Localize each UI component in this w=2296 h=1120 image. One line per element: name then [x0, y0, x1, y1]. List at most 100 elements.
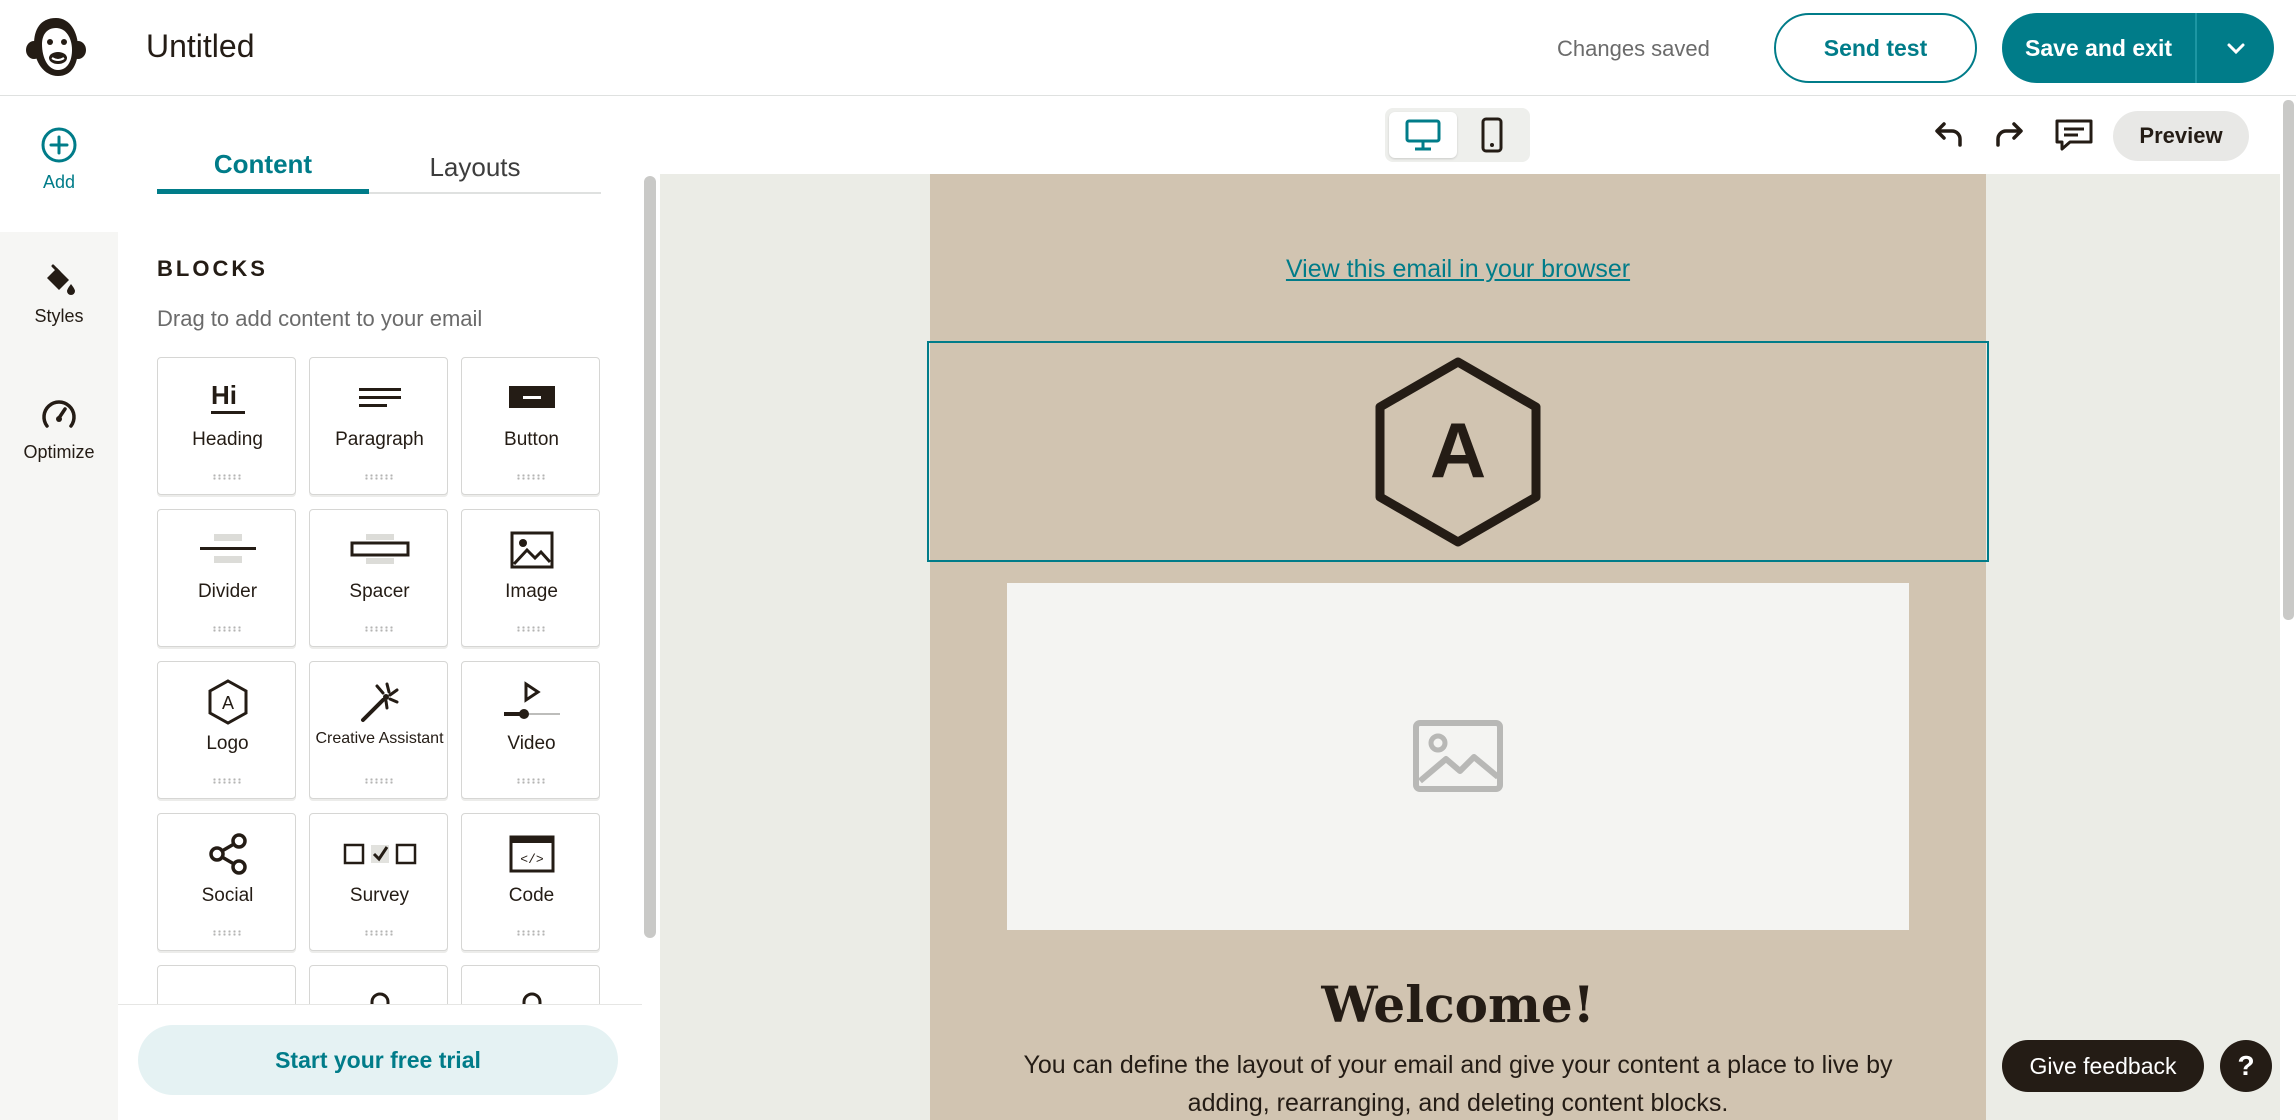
comment-icon [2055, 119, 2093, 150]
comments-button[interactable] [2052, 114, 2096, 158]
tab-content[interactable]: Content [157, 140, 369, 194]
drag-handle-icon [212, 474, 242, 480]
redo-button[interactable] [1988, 114, 2032, 158]
drag-handle-icon [516, 930, 546, 936]
start-free-trial-button[interactable]: Start your free trial [138, 1025, 618, 1095]
block-label: Spacer [349, 581, 410, 602]
undo-icon [1935, 121, 1962, 147]
svg-text:</>: </> [520, 852, 544, 867]
share-icon [208, 833, 247, 875]
drag-handle-icon [364, 778, 394, 784]
block-partial-2[interactable] [309, 965, 448, 1005]
rail-item-styles[interactable]: Styles [0, 262, 118, 327]
block-survey[interactable]: Survey [309, 813, 448, 951]
block-label: Paragraph [335, 429, 424, 450]
checkbox-icon [343, 843, 416, 865]
block-logo[interactable]: A Logo [157, 661, 296, 799]
paint-bucket-icon [47, 264, 75, 295]
save-exit-button-group: Save and exit [2002, 13, 2274, 83]
drag-handle-icon [212, 778, 242, 784]
canvas-scrollbar[interactable] [2283, 100, 2294, 620]
svg-text:Hi: Hi [211, 380, 237, 410]
drag-handle-icon [212, 626, 242, 632]
email-heading[interactable]: Welcome! [930, 975, 1986, 1034]
video-icon [503, 681, 560, 719]
help-button[interactable]: ? [2220, 1040, 2272, 1092]
block-label: Social [201, 885, 254, 906]
document-title[interactable]: Untitled [146, 28, 255, 65]
rail-item-label: Add [42, 172, 76, 192]
undo-button[interactable] [1926, 114, 1970, 158]
device-toggle [1385, 108, 1530, 162]
block-video[interactable]: Video [461, 661, 600, 799]
block-social[interactable]: Social [157, 813, 296, 951]
blocks-heading: BLOCKS [157, 256, 268, 281]
block-label: Creative Assistant [315, 730, 444, 747]
rail-item-optimize[interactable]: Optimize [0, 396, 118, 463]
block-creative-assistant[interactable]: Creative Assistant [309, 661, 448, 799]
give-feedback-button[interactable]: Give feedback [2002, 1040, 2204, 1092]
save-exit-button[interactable]: Save and exit [2002, 13, 2195, 83]
blocks-grid: Hi Heading Paragraph Button Divider Spac… [157, 357, 601, 1005]
button-icon [508, 386, 555, 408]
freddie-monkey-icon[interactable] [22, 14, 90, 82]
shopping-bag-icon [522, 992, 541, 1005]
product-rec-icon [198, 986, 258, 1005]
drag-handle-icon [212, 930, 242, 936]
plus-circle-icon [41, 127, 77, 163]
mobile-view-button[interactable] [1458, 112, 1526, 158]
block-label: Code [508, 885, 555, 906]
shopping-bag-icon [370, 992, 389, 1005]
block-label: Video [507, 733, 556, 754]
svg-text:A: A [221, 693, 233, 713]
paragraph-icon [358, 388, 401, 407]
send-test-button[interactable]: Send test [1774, 13, 1977, 83]
code-icon: </> [509, 835, 554, 873]
hexagon-logo-icon: A [1375, 357, 1541, 547]
email-image-placeholder[interactable] [1007, 583, 1909, 930]
block-label: Logo [206, 733, 249, 754]
email-logo-block[interactable]: A [927, 341, 1989, 562]
chevron-down-icon [2227, 43, 2244, 55]
email-paragraph[interactable]: You can define the layout of your email … [990, 1046, 1926, 1120]
desktop-view-button[interactable] [1389, 112, 1457, 158]
top-bar: Untitled Changes saved Send test Save an… [0, 0, 2296, 96]
view-in-browser-link[interactable]: View this email in your browser [930, 255, 1986, 284]
panel-tabs: Content Layouts [157, 140, 601, 194]
block-label: Divider [197, 581, 258, 602]
block-image[interactable]: Image [461, 509, 600, 647]
drag-handle-icon [516, 778, 546, 784]
block-partial-1[interactable] [157, 965, 296, 1005]
spacer-icon [350, 534, 409, 564]
tab-layouts[interactable]: Layouts [369, 140, 581, 194]
rail-item-add[interactable]: Add [0, 126, 118, 193]
image-placeholder-icon [1413, 720, 1503, 792]
mobile-icon [1481, 117, 1503, 153]
drag-handle-icon [364, 626, 394, 632]
block-paragraph[interactable]: Paragraph [309, 357, 448, 495]
drag-handle-icon [364, 930, 394, 936]
block-button[interactable]: Button [461, 357, 600, 495]
block-label: Heading [192, 429, 263, 450]
block-divider[interactable]: Divider [157, 509, 296, 647]
desktop-icon [1405, 119, 1441, 151]
redo-icon [1996, 121, 2023, 147]
block-code[interactable]: </> Code [461, 813, 600, 951]
block-label: Survey [349, 885, 410, 906]
block-label: Image [505, 581, 558, 602]
magic-wand-icon [360, 682, 398, 722]
left-rail [0, 96, 118, 1120]
divider-icon [199, 534, 256, 563]
drag-handle-icon [364, 474, 394, 480]
save-options-dropdown[interactable] [2195, 13, 2274, 83]
save-status: Changes saved [1557, 36, 1710, 61]
block-spacer[interactable]: Spacer [309, 509, 448, 647]
logo-hexagon-icon: A [208, 679, 247, 725]
preview-button[interactable]: Preview [2113, 111, 2249, 161]
gauge-icon [42, 400, 76, 428]
drag-handle-icon [516, 626, 546, 632]
rail-item-label: Styles [34, 306, 84, 326]
panel-scrollbar[interactable] [644, 176, 656, 938]
block-heading[interactable]: Hi Heading [157, 357, 296, 495]
block-partial-3[interactable] [461, 965, 600, 1005]
